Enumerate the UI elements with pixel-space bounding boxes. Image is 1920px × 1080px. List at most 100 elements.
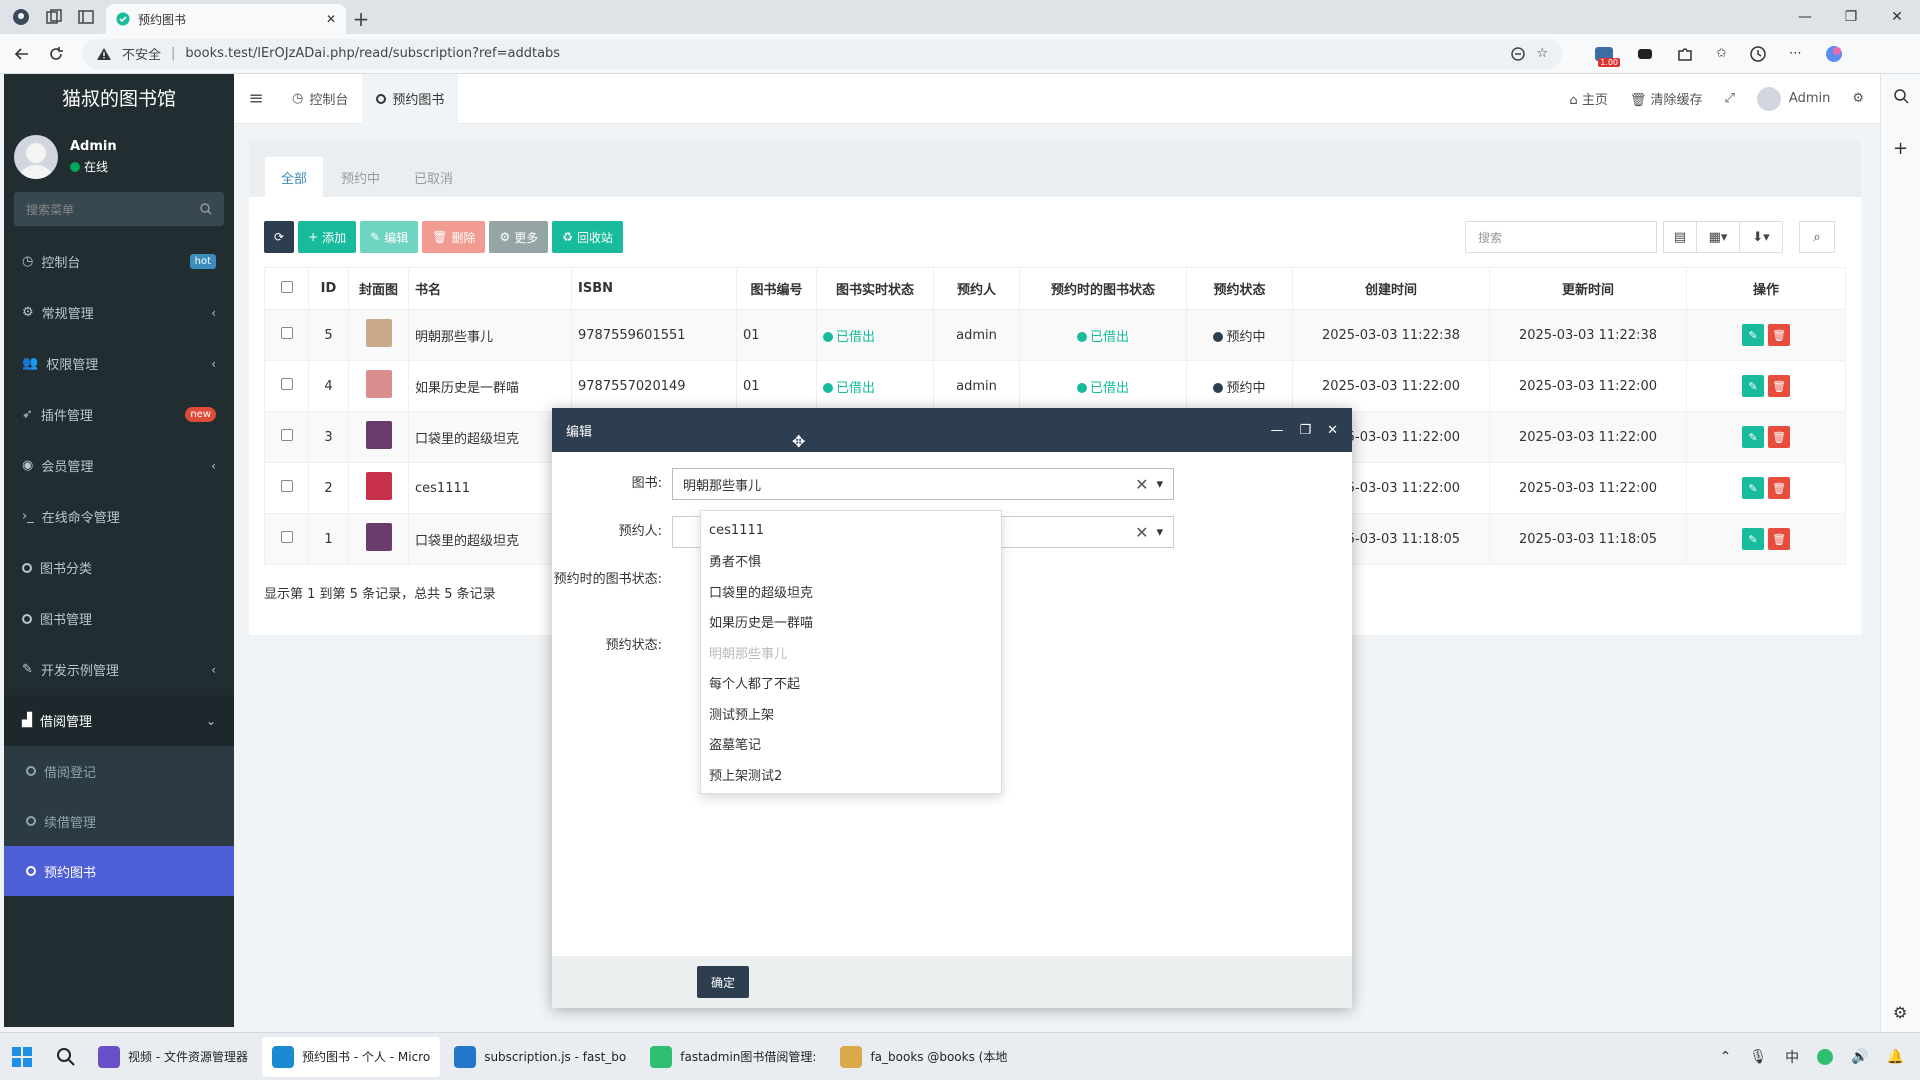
minimize-icon[interactable]: —: [1270, 423, 1283, 438]
book-cover-image[interactable]: [365, 472, 392, 500]
search-icon[interactable]: [44, 1047, 88, 1067]
dropdown-option[interactable]: 每个人都了不起: [701, 668, 1001, 699]
favorites-icon[interactable]: ✩: [1716, 46, 1727, 61]
tab-cancelled[interactable]: 已取消: [398, 157, 469, 197]
maximize-icon[interactable]: ❐: [1299, 423, 1311, 438]
sidebar-item-addon[interactable]: ➶ 插件管理 new: [4, 389, 234, 440]
column-header[interactable]: 书名: [408, 267, 572, 310]
ime-indicator[interactable]: 中: [1785, 1047, 1799, 1067]
add-sidebar-icon[interactable]: +: [1893, 138, 1908, 159]
delete-row-button[interactable]: 🗑: [1768, 477, 1791, 499]
url-bar[interactable]: 不安全 | books.test/lErOJzADai.php/read/sub…: [82, 38, 1562, 69]
delete-row-button[interactable]: 🗑: [1768, 426, 1791, 448]
delete-button[interactable]: 🗑 删除: [422, 221, 486, 253]
row-checkbox[interactable]: [280, 378, 293, 390]
clear-icon[interactable]: ✕: [1135, 475, 1148, 494]
clear-icon[interactable]: ✕: [1135, 523, 1148, 542]
taskbar-app[interactable]: subscription.js - fast_bo: [444, 1037, 636, 1077]
start-icon[interactable]: [0, 1046, 44, 1068]
dropdown-option[interactable]: 如果历史是一群喵: [701, 607, 1001, 638]
edit-button[interactable]: ✎ 编辑: [360, 221, 419, 253]
column-header[interactable]: 预约时的图书状态: [1019, 267, 1187, 310]
edit-row-button[interactable]: ✎: [1741, 477, 1764, 499]
row-checkbox[interactable]: [280, 480, 293, 492]
table-row[interactable]: 4 如果历史是一群喵 9787557020149 01 已借出 admin 已借出 预约中 20…: [264, 360, 1846, 412]
edit-row-button[interactable]: ✎: [1741, 528, 1764, 550]
dropdown-option[interactable]: 口袋里的超级坦克: [701, 576, 1001, 607]
app-tray-icon[interactable]: [1817, 1048, 1834, 1065]
network-volume-icon[interactable]: 🔊: [1851, 1049, 1868, 1065]
refresh-button[interactable]: ⟳: [264, 221, 295, 253]
column-header[interactable]: 预约状态: [1186, 267, 1293, 310]
dropdown-option[interactable]: ces1111: [701, 515, 1001, 546]
fullscreen-icon[interactable]: ⤢: [1725, 91, 1735, 106]
more-menu-icon[interactable]: ⋯: [1789, 46, 1802, 61]
browser-tab-active[interactable]: 预约图书 ✕: [106, 4, 346, 34]
sidebar-item-example[interactable]: ✎ 开发示例管理 ‹: [4, 644, 234, 695]
sidebar-search-input[interactable]: 搜索菜单: [14, 192, 224, 226]
collections-icon[interactable]: [46, 9, 62, 25]
sidebar-subitem-borrow-register[interactable]: 借阅登记: [4, 746, 234, 796]
taskbar-app[interactable]: fa_books @books (本地: [830, 1037, 1017, 1077]
minimize-window-button[interactable]: —: [1782, 0, 1828, 34]
read-aloud-icon[interactable]: [1510, 46, 1526, 62]
game-extension-icon[interactable]: [1636, 45, 1654, 63]
edit-row-button[interactable]: ✎: [1741, 426, 1764, 448]
menu-toggle-icon[interactable]: ≡: [234, 88, 278, 109]
sidebar-item-category[interactable]: 图书分类: [4, 542, 234, 593]
tab-reserving[interactable]: 预约中: [325, 157, 396, 197]
restore-window-button[interactable]: ❐: [1828, 0, 1874, 34]
table-row[interactable]: 5 明朝那些事儿 9787559601551 01 已借出 admin 已借出 预约中 2025…: [264, 309, 1846, 361]
row-checkbox[interactable]: [280, 327, 293, 339]
column-header[interactable]: 图书实时状态: [816, 267, 934, 310]
sidebar-subitem-renew[interactable]: 续借管理: [4, 796, 234, 846]
warning-icon[interactable]: [96, 47, 112, 61]
sidebar-item-command[interactable]: ›_ 在线命令管理: [4, 491, 234, 542]
column-header[interactable]: 创建时间: [1292, 267, 1490, 310]
sidebar-item-books[interactable]: 图书管理: [4, 593, 234, 644]
profile-icon[interactable]: [12, 8, 30, 26]
toggle-view-button[interactable]: ▤: [1663, 221, 1697, 253]
search-icon[interactable]: [1893, 88, 1909, 104]
sidebar-item-auth[interactable]: 👥 权限管理 ‹: [4, 338, 234, 389]
taskbar-app[interactable]: fastadmin图书借阅管理:: [640, 1037, 826, 1077]
dropdown-option[interactable]: 盗墓笔记: [701, 729, 1001, 760]
dropdown-option[interactable]: 测试预上架: [701, 698, 1001, 729]
select-all-checkbox[interactable]: [280, 280, 293, 293]
row-checkbox[interactable]: [280, 531, 293, 543]
export-button[interactable]: ⬇▾: [1739, 221, 1783, 253]
close-tab-icon[interactable]: ✕: [326, 12, 336, 26]
book-cover-image[interactable]: [365, 370, 392, 398]
admin-menu[interactable]: Admin: [1756, 86, 1830, 111]
new-tab-button[interactable]: +: [346, 4, 376, 34]
microphone-icon[interactable]: 🎙: [1749, 1049, 1767, 1065]
column-header[interactable]: 预约人: [933, 267, 1020, 310]
tab-dashboard[interactable]: ◷ 控制台: [278, 74, 362, 124]
settings-icon[interactable]: ⚙: [1893, 1003, 1907, 1022]
column-header[interactable]: 更新时间: [1489, 267, 1687, 310]
back-icon[interactable]: [14, 46, 30, 62]
home-link[interactable]: ⌂ 主页: [1569, 89, 1607, 108]
extension-badge-icon[interactable]: 1.00: [1594, 45, 1620, 67]
puzzle-extensions-icon[interactable]: [1676, 45, 1694, 63]
modal-header[interactable]: 编辑 ✥ — ❐ ✕: [552, 408, 1352, 452]
row-checkbox[interactable]: [280, 429, 293, 441]
site-logo[interactable]: 猫叔的图书馆: [4, 74, 234, 124]
close-window-button[interactable]: ✕: [1874, 0, 1920, 34]
book-cover-image[interactable]: [365, 421, 392, 449]
edit-row-button[interactable]: ✎: [1741, 375, 1764, 397]
recycle-bin-button[interactable]: ♻ 回收站: [552, 221, 624, 253]
book-cover-image[interactable]: [365, 523, 392, 551]
close-icon[interactable]: ✕: [1327, 423, 1338, 438]
column-header[interactable]: 图书编号: [736, 267, 817, 310]
delete-row-button[interactable]: 🗑: [1768, 528, 1791, 550]
history-icon[interactable]: [1749, 45, 1767, 63]
column-header[interactable]: ISBN: [571, 267, 737, 310]
search-toggle-button[interactable]: ⌕: [1799, 221, 1835, 253]
sidebar-item-dashboard[interactable]: ◷ 控制台 hot: [4, 236, 234, 287]
more-button[interactable]: ⚙ 更多: [489, 221, 549, 253]
delete-row-button[interactable]: 🗑: [1768, 324, 1791, 346]
taskbar-app[interactable]: 视频 - 文件资源管理器: [88, 1037, 258, 1077]
caret-down-icon[interactable]: ▾: [1156, 477, 1163, 492]
reload-icon[interactable]: [48, 46, 64, 62]
